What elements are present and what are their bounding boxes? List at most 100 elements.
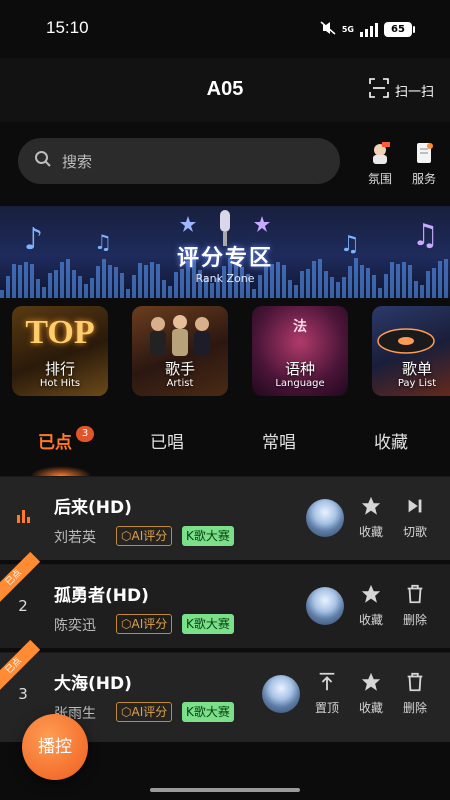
skip-button[interactable]: 切歌 xyxy=(398,495,432,540)
ordered-count-badge: 3 xyxy=(76,426,94,442)
language-art: 法 xyxy=(293,320,307,335)
header: A05 扫一扫 xyxy=(0,58,450,122)
delete-button[interactable]: 删除 xyxy=(398,583,432,628)
search-placeholder: 搜索 xyxy=(62,152,93,171)
category-label: 语种 xyxy=(284,360,315,378)
vinyl-record-image xyxy=(377,328,435,354)
pin-top-label: 置顶 xyxy=(314,701,339,715)
category-label: 歌单 xyxy=(401,360,432,378)
category-hot-hits[interactable]: TOP 排行 Hot Hits xyxy=(12,306,108,396)
scan-icon xyxy=(369,78,389,102)
favorite-button[interactable]: 收藏 xyxy=(354,671,388,716)
sound-wave-bar xyxy=(168,286,172,298)
sound-wave-bar xyxy=(84,283,88,298)
ai-score-tag: ⬡AI评分 xyxy=(116,702,173,722)
status-bar: 15:10 5G 65 xyxy=(0,0,450,58)
status-icons: 5G 65 xyxy=(320,20,415,39)
song-artist: 陈奕迅 xyxy=(54,618,96,634)
mute-icon xyxy=(320,20,336,39)
top-sign-art: TOP xyxy=(25,314,95,351)
song-row[interactable]: 已点 2 孤勇者(HD) 陈奕迅 ⬡AI评分 K歌大赛 收藏 删除 xyxy=(0,551,450,648)
star-icon xyxy=(354,495,388,517)
song-artist: 刘若英 xyxy=(54,530,96,546)
ai-score-label: AI评分 xyxy=(131,529,168,543)
pin-top-button[interactable]: 置顶 xyxy=(310,671,344,716)
singers-image xyxy=(150,315,210,356)
category-row: TOP 排行 Hot Hits 歌手 Artist 法 语种 Language … xyxy=(12,306,450,398)
favorite-button[interactable]: 收藏 xyxy=(354,583,388,628)
song-title: 孤勇者(HD) xyxy=(54,586,149,606)
now-playing-icon xyxy=(16,507,30,527)
rank-zone-banner[interactable]: ♪ ♫ ♫ ♫ 评分专区 Rank Zone xyxy=(0,206,450,298)
next-track-icon xyxy=(398,495,432,517)
category-sub: Hot Hits xyxy=(39,378,81,389)
k-contest-tag: K歌大赛 xyxy=(182,614,234,634)
category-label: 歌手 xyxy=(164,360,195,378)
song-index: 3 xyxy=(18,685,28,703)
k-contest-tag: K歌大赛 xyxy=(182,526,234,546)
song-thumbnail xyxy=(306,499,344,537)
k-contest-tag: K歌大赛 xyxy=(182,702,234,722)
ai-score-label: AI评分 xyxy=(131,617,168,631)
trash-icon xyxy=(398,583,432,605)
category-artist[interactable]: 歌手 Artist xyxy=(132,306,228,396)
star-icon xyxy=(354,671,388,693)
sound-wave-bar xyxy=(126,289,130,298)
category-sub: Pay List xyxy=(397,378,437,389)
atmosphere-icon xyxy=(367,140,393,166)
delete-label: 删除 xyxy=(402,613,427,627)
service-icon xyxy=(411,140,437,166)
category-sub: Language xyxy=(275,378,325,389)
home-indicator xyxy=(150,788,300,792)
sound-wave-bar xyxy=(0,290,4,298)
ai-score-label: AI评分 xyxy=(131,705,168,719)
category-sub: Artist xyxy=(166,378,194,389)
sound-wave-bar xyxy=(420,284,424,298)
song-thumbnail xyxy=(262,675,300,713)
song-thumbnail xyxy=(306,587,344,625)
sound-wave-bar xyxy=(252,288,256,298)
star-icon xyxy=(354,583,388,605)
favorite-label: 收藏 xyxy=(358,525,383,539)
song-index: 2 xyxy=(18,597,28,615)
favorite-label: 收藏 xyxy=(358,701,383,715)
status-time: 15:10 xyxy=(46,18,89,37)
trash-icon xyxy=(398,671,432,693)
song-row[interactable]: 后来(HD) 刘若英 ⬡AI评分 K歌大赛 收藏 切歌 xyxy=(0,476,450,560)
battery-icon: 65 xyxy=(384,22,415,37)
atmosphere-label: 氛围 xyxy=(367,172,392,186)
category-label: 排行 xyxy=(44,360,75,378)
tab-frequent[interactable]: 常唱 xyxy=(262,428,296,453)
sound-wave-bar xyxy=(210,282,214,298)
category-pay-list[interactable]: 歌单 Pay List xyxy=(372,306,450,396)
banner-subtitle: Rank Zone xyxy=(195,272,255,285)
tab-favorites[interactable]: 收藏 xyxy=(374,428,408,453)
scan-button[interactable]: 扫一扫 xyxy=(369,78,434,102)
sound-wave-bar xyxy=(294,285,298,298)
app-screen: 15:10 5G 65 A05 扫一扫 搜索 氛围 服务 ♪ ♫ ♫ ♫ 评分专… xyxy=(0,0,450,800)
atmosphere-button[interactable]: 氛围 xyxy=(360,140,400,187)
search-input[interactable]: 搜索 xyxy=(18,138,340,184)
scan-label: 扫一扫 xyxy=(394,84,434,100)
tab-sung[interactable]: 已唱 xyxy=(150,428,184,453)
skip-label: 切歌 xyxy=(402,525,427,539)
search-icon xyxy=(34,150,52,172)
song-title: 后来(HD) xyxy=(54,498,132,518)
service-button[interactable]: 服务 xyxy=(404,140,444,187)
pin-top-icon xyxy=(310,671,344,693)
tab-ordered[interactable]: 已点 xyxy=(38,428,72,453)
category-language[interactable]: 法 语种 Language xyxy=(252,306,348,396)
sound-wave-bar xyxy=(42,286,46,298)
song-tabs: 已点 3 已唱 常唱 收藏 xyxy=(0,412,450,468)
ai-score-tag: ⬡AI评分 xyxy=(116,614,173,634)
sound-wave-bar xyxy=(378,288,382,298)
play-control-button[interactable]: 播控 xyxy=(22,714,88,780)
delete-label: 删除 xyxy=(402,701,427,715)
favorite-label: 收藏 xyxy=(358,613,383,627)
favorite-button[interactable]: 收藏 xyxy=(354,495,388,540)
banner-title: 评分专区 xyxy=(176,246,273,271)
delete-button[interactable]: 删除 xyxy=(398,671,432,716)
service-label: 服务 xyxy=(411,172,436,186)
network-label: 5G xyxy=(341,24,354,34)
signal-icon xyxy=(360,22,378,37)
